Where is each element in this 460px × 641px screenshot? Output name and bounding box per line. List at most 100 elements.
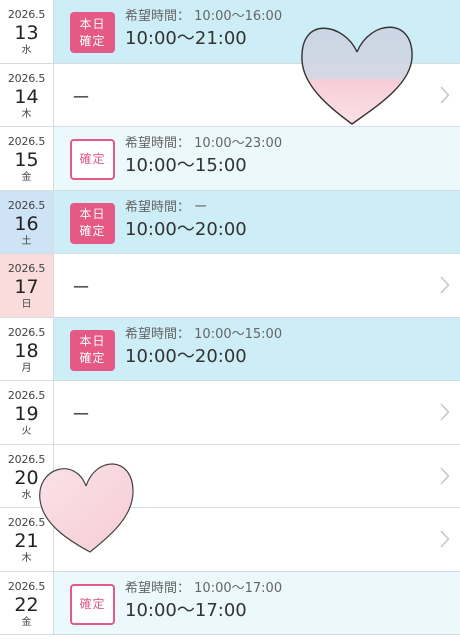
year-month: 2026.5 — [7, 8, 46, 21]
day-number: 17 — [14, 276, 39, 298]
shift-row[interactable]: 2026.5 19 火ー — [0, 381, 460, 445]
today-confirmed-badge: 本日 確定 — [70, 202, 115, 244]
chevron-right-icon[interactable] — [440, 403, 450, 421]
badge-line: 確定 — [79, 351, 106, 365]
date-cell: 2026.5 17 日 — [0, 254, 54, 317]
shift-row[interactable]: 2026.5 17 日ー — [0, 254, 460, 318]
requested-time-label: 希望時間： — [125, 136, 191, 151]
today-confirmed-badge: 本日 確定 — [70, 12, 115, 53]
requested-time-label: 希望時間： — [125, 9, 191, 24]
year-month: 2026.5 — [7, 579, 46, 593]
day-of-week: 金 — [21, 616, 32, 628]
date-cell: 2026.5 22 金 — [0, 571, 54, 634]
badge-line: 確定 — [79, 33, 106, 48]
day-of-week: 水 — [21, 489, 32, 501]
year-month: 2026.5 — [7, 135, 46, 148]
day-number: 13 — [14, 22, 39, 44]
requested-time: 希望時間： 10:00〜16:00 — [125, 9, 282, 25]
year-month: 2026.5 — [7, 262, 46, 275]
day-number: 18 — [14, 339, 39, 362]
day-number: 19 — [14, 403, 39, 425]
confirmed-time: 10:00〜20:00 — [125, 345, 247, 367]
confirmed-time: 10:00〜17:00 — [125, 599, 247, 621]
date-cell: 2026.5 19 火 — [0, 381, 54, 444]
requested-time-label: 希望時間： — [125, 580, 191, 596]
day-number: 21 — [14, 530, 39, 552]
shift-row[interactable]: 2026.5 13 水本日 確定 希望時間： 10:00〜16:00 10:00〜21:0… — [0, 0, 460, 64]
requested-time: 希望時間： 10:00〜23:00 — [125, 136, 282, 152]
shift-content: 本日 確定 希望時間： ー 10:00〜20:00 — [54, 191, 460, 254]
badge-line: 確定 — [79, 224, 106, 238]
day-number: 14 — [14, 85, 39, 108]
shift-content: ー — [54, 381, 460, 444]
badge-line: 確定 — [79, 596, 106, 611]
confirmed-time: 10:00〜15:00 — [125, 155, 247, 176]
year-month: 2026.5 — [7, 198, 46, 212]
day-number: 22 — [14, 593, 39, 616]
day-number: 20 — [14, 466, 39, 489]
no-shift-dash: ー — [72, 87, 90, 109]
year-month: 2026.5 — [7, 516, 46, 529]
date-cell: 2026.5 13 水 — [0, 0, 54, 63]
shift-row[interactable]: 2026.5 20 水 — [0, 444, 460, 508]
chevron-right-icon[interactable] — [440, 467, 450, 485]
date-cell: 2026.5 16 土 — [0, 190, 54, 253]
day-of-week: 火 — [21, 426, 32, 437]
requested-time-value: 10:00〜15:00 — [194, 326, 283, 342]
confirmed-time: 10:00〜20:00 — [125, 218, 247, 240]
day-of-week: 木 — [21, 553, 32, 564]
requested-time: 希望時間： 10:00〜17:00 — [125, 581, 282, 597]
day-number: 15 — [14, 149, 39, 171]
day-number: 16 — [14, 212, 39, 235]
shift-content: ー — [54, 254, 460, 317]
date-cell: 2026.5 21 木 — [0, 508, 54, 571]
requested-time-label: 希望時間： — [125, 199, 191, 215]
shift-row[interactable]: 2026.5 14 木ー — [0, 63, 460, 127]
requested-time: 希望時間： ー — [125, 200, 207, 216]
year-month: 2026.5 — [7, 452, 46, 466]
requested-time-value: 10:00〜17:00 — [194, 580, 283, 596]
no-shift-dash: ー — [72, 278, 90, 299]
no-shift-dash: ー — [72, 405, 90, 426]
shift-content: 本日 確定 希望時間： 10:00〜15:00 10:00〜20:00 — [54, 318, 460, 381]
badge-line: 確定 — [79, 152, 106, 166]
date-cell: 2026.5 15 金 — [0, 127, 54, 190]
badge-line: 本日 — [79, 207, 106, 221]
date-cell: 2026.5 18 月 — [0, 317, 54, 380]
shift-content: ー — [54, 64, 460, 127]
requested-time-value: 10:00〜23:00 — [194, 136, 283, 151]
shift-content: 確定 希望時間： 10:00〜23:00 10:00〜15:00 — [54, 127, 460, 190]
day-of-week: 日 — [21, 299, 32, 310]
date-cell: 2026.5 14 木 — [0, 63, 54, 126]
shift-content: 確定 希望時間： 10:00〜17:00 10:00〜17:00 — [54, 572, 460, 635]
year-month: 2026.5 — [7, 389, 46, 402]
year-month: 2026.5 — [7, 325, 46, 339]
chevron-right-icon[interactable] — [440, 276, 450, 294]
requested-time-value: 10:00〜16:00 — [194, 9, 283, 24]
requested-time-label: 希望時間： — [125, 326, 191, 342]
shift-row[interactable]: 2026.5 15 金 確定 希望時間： 10:00〜23:00 10:00〜15:00 — [0, 127, 460, 191]
shift-content — [54, 445, 460, 508]
day-of-week: 月 — [21, 362, 32, 374]
today-confirmed-badge: 本日 確定 — [70, 329, 115, 371]
shift-row[interactable]: 2026.5 21 木 — [0, 508, 460, 572]
day-of-week: 水 — [21, 45, 32, 56]
shift-row[interactable]: 2026.5 18 月本日 確定 希望時間： 10:00〜15:00 10:00〜20:0… — [0, 317, 460, 381]
shift-list: 2026.5 13 水本日 確定 希望時間： 10:00〜16:00 10:00〜21:0… — [0, 0, 460, 635]
chevron-right-icon[interactable] — [440, 530, 450, 548]
shift-content — [54, 508, 460, 571]
requested-time: 希望時間： 10:00〜15:00 — [125, 327, 282, 343]
shift-row[interactable]: 2026.5 16 土本日 確定 希望時間： ー 10:00〜20:00 — [0, 190, 460, 254]
day-of-week: 木 — [21, 108, 32, 120]
year-month: 2026.5 — [7, 71, 46, 85]
date-cell: 2026.5 20 水 — [0, 444, 54, 507]
confirmed-badge: 確定 — [70, 139, 115, 180]
badge-line: 本日 — [79, 334, 106, 348]
shift-content: 本日 確定 希望時間： 10:00〜16:00 10:00〜21:00 — [54, 0, 460, 63]
confirmed-time: 10:00〜21:00 — [125, 28, 247, 49]
chevron-right-icon[interactable] — [440, 86, 450, 104]
day-of-week: 土 — [21, 235, 32, 247]
confirmed-badge: 確定 — [70, 583, 115, 625]
day-of-week: 金 — [21, 172, 32, 183]
shift-row[interactable]: 2026.5 22 金確定 希望時間： 10:00〜17:00 10:00〜17:00 — [0, 571, 460, 635]
